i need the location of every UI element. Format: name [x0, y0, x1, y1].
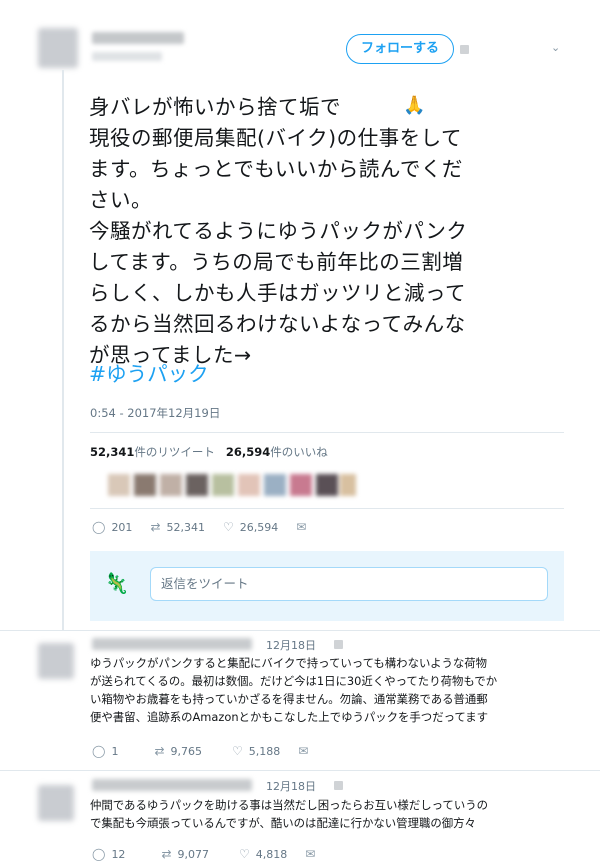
like-action-count: 26,594 — [239, 520, 279, 534]
mail-icon[interactable]: ✉ — [305, 847, 315, 861]
more-icon[interactable] — [334, 640, 343, 649]
like-action[interactable]: ♡ 4,818 — [239, 847, 287, 861]
hashtag-link[interactable]: #ゆうパック — [89, 357, 209, 387]
user-avatar-icon: 🦎 — [104, 571, 129, 595]
reply-text: 仲間であるゆうパックを助ける事は当然だし困ったらお互い様だしっていうの で集配も… — [90, 798, 488, 830]
like-action[interactable]: ♡ 5,188 — [232, 744, 280, 758]
like-count: 5,188 — [248, 744, 281, 758]
tweet-timestamp[interactable]: 0:54 - 2017年12月19日 — [90, 405, 220, 421]
reply-count: 1 — [111, 744, 119, 758]
reply-actions: ◯ 12 ⇄ 9,077 ♡ 4,818 ✉ — [92, 847, 339, 861]
retweet-action-count: 52,341 — [166, 520, 206, 534]
reply-icon[interactable]: ◯ — [92, 520, 105, 534]
retweet-count[interactable]: 52,341 — [90, 445, 134, 459]
tweet-text: 身バレが怖いから捨て垢で 現役の郵便局集配(バイク)の仕事をして ます。ちょっと… — [89, 95, 468, 367]
thread-line — [62, 70, 64, 630]
like-count: 4,818 — [255, 847, 288, 861]
divider — [0, 630, 600, 631]
reply-avatar[interactable] — [38, 785, 74, 821]
chevron-down-icon[interactable]: ⌄ — [551, 42, 563, 54]
reply-count: 201 — [111, 520, 133, 534]
reply-icon[interactable]: ◯ — [92, 847, 105, 861]
reply-date[interactable]: 12月18日 — [266, 637, 316, 653]
divider — [90, 508, 564, 509]
reply-icon[interactable]: ◯ — [92, 744, 105, 758]
reply-actions: ◯ 1 ⇄ 9,765 ♡ 5,188 ✉ — [92, 744, 332, 758]
reply-action[interactable]: ◯ 201 — [92, 520, 132, 534]
retweet-label[interactable]: 件のリツイート — [134, 445, 215, 459]
retweet-count: 9,077 — [177, 847, 210, 861]
mail-icon[interactable]: ✉ — [296, 520, 306, 534]
divider — [0, 770, 600, 771]
reply-avatar[interactable] — [38, 643, 74, 679]
retweet-icon[interactable]: ⇄ — [161, 847, 171, 861]
like-icon[interactable]: ♡ — [223, 520, 234, 534]
reply-date[interactable]: 12月18日 — [266, 778, 316, 794]
retweet-icon[interactable]: ⇄ — [154, 744, 164, 758]
reply-count: 12 — [111, 847, 126, 861]
retweet-action[interactable]: ⇄ 52,341 — [150, 520, 205, 534]
retweet-count: 9,765 — [170, 744, 203, 758]
retweet-action[interactable]: ⇄ 9,765 — [154, 744, 202, 758]
divider — [90, 432, 564, 433]
like-count[interactable]: 26,594 — [226, 445, 270, 459]
liker-avatars[interactable] — [108, 470, 356, 502]
reply-author-name[interactable] — [92, 779, 252, 791]
more-icon[interactable] — [334, 781, 343, 790]
retweet-icon[interactable]: ⇄ — [150, 520, 160, 534]
reply-author-name[interactable] — [92, 638, 252, 650]
like-action[interactable]: ♡ 26,594 — [223, 520, 278, 534]
follow-button[interactable]: フォローする — [346, 34, 454, 64]
tweet-actions: ◯ 201 ⇄ 52,341 ♡ 26,594 ✉ — [92, 520, 330, 534]
author-name[interactable] — [92, 32, 184, 44]
pray-emoji: 🙏 — [403, 95, 426, 116]
avatar[interactable] — [38, 28, 78, 68]
like-icon[interactable]: ♡ — [232, 744, 243, 758]
reply-action[interactable]: ◯ 1 — [92, 744, 118, 758]
message-action[interactable]: ✉ — [305, 847, 321, 861]
message-action[interactable]: ✉ — [296, 520, 312, 534]
tweet-stats: 52,341件のリツイート 26,594件のいいね — [90, 444, 328, 460]
reply-input[interactable]: 返信をツイート — [150, 567, 548, 601]
message-action[interactable]: ✉ — [298, 744, 314, 758]
retweet-action[interactable]: ⇄ 9,077 — [161, 847, 209, 861]
like-label[interactable]: 件のいいね — [270, 445, 328, 459]
author-handle — [92, 52, 162, 61]
like-icon[interactable]: ♡ — [239, 847, 250, 861]
reply-text: ゆうパックがパンクすると集配にバイクで持っていっても構わないような荷物 が送られ… — [90, 656, 498, 724]
mail-icon[interactable]: ✉ — [298, 744, 308, 758]
more-icon[interactable] — [460, 45, 469, 54]
reply-action[interactable]: ◯ 12 — [92, 847, 125, 861]
